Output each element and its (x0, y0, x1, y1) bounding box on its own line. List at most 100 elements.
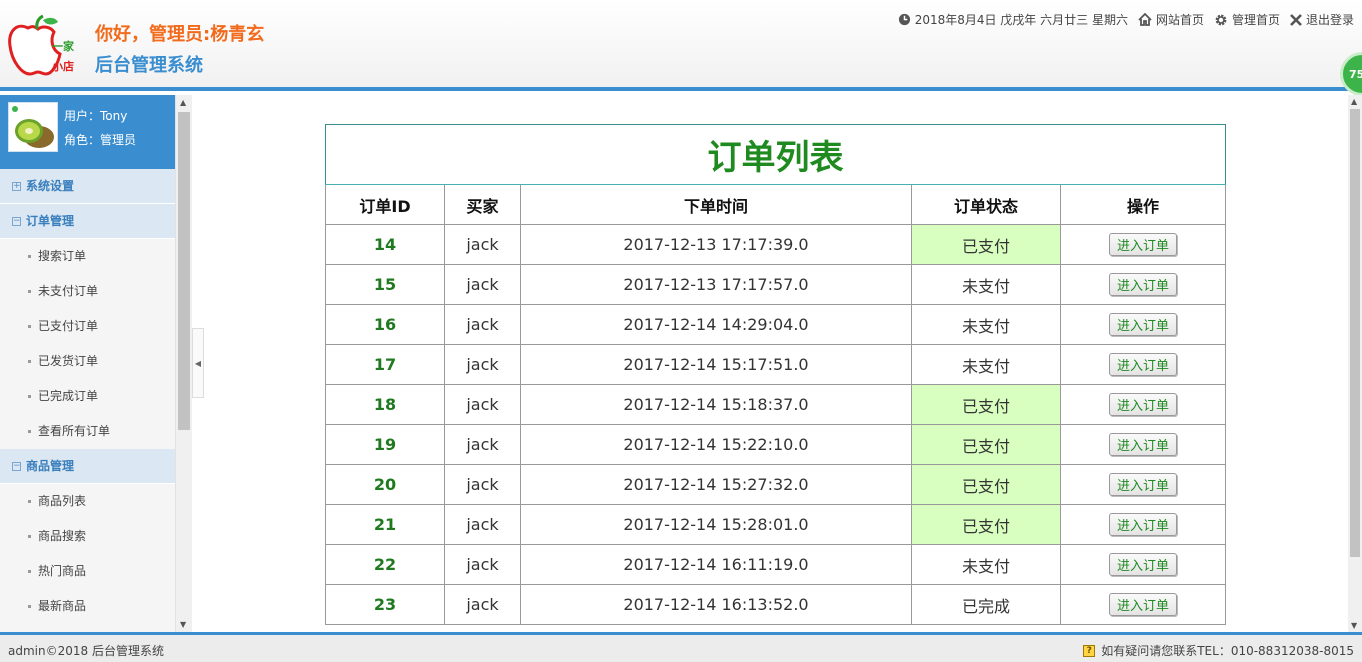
menu-section-product-management[interactable]: − 商品管理 (0, 449, 175, 484)
menu-item-completed-orders[interactable]: 已完成订单 (0, 379, 175, 414)
order-id-cell: 19 (325, 424, 445, 465)
menu-section-system-settings[interactable]: + 系统设置 (0, 169, 175, 204)
floating-badge[interactable]: 75 (1340, 52, 1362, 96)
top-nav: 2018年8月4日 戊戌年 六月廿三 星期六 网站首页 管理首页 退出登录 (898, 11, 1354, 28)
menu-item-label: 商品搜索 (38, 529, 87, 543)
order-status-cell: 已支付 (911, 384, 1061, 425)
main-scrollbar[interactable]: ▲ ▼ (1348, 95, 1362, 632)
enter-order-button[interactable]: 进入订单 (1108, 513, 1177, 536)
menu-item-label: 未支付订单 (38, 284, 99, 298)
order-id-cell: 14 (325, 224, 445, 265)
order-time-cell: 2017-12-14 16:11:19.0 (520, 544, 912, 585)
order-id-cell: 16 (325, 304, 445, 345)
buyer-cell: jack (444, 464, 521, 505)
enter-order-button[interactable]: 进入订单 (1108, 473, 1177, 496)
scroll-down-icon[interactable]: ▼ (180, 620, 186, 629)
table-header-row: 订单ID 买家 下单时间 订单状态 操作 (325, 184, 1226, 225)
menu-item-search-orders[interactable]: 搜索订单 (0, 239, 175, 274)
sidebar-collapse-toggle[interactable]: ◀ (192, 328, 204, 398)
order-time-cell: 2017-12-14 15:27:32.0 (520, 464, 912, 505)
help-icon: ? (1083, 644, 1096, 657)
enter-order-button[interactable]: 进入订单 (1108, 233, 1177, 256)
expand-icon: + (12, 180, 21, 191)
menu-item-label: 查看所有订单 (38, 424, 111, 438)
order-time-cell: 2017-12-14 15:28:01.0 (520, 504, 912, 545)
nav-admin-home[interactable]: 管理首页 (1214, 11, 1280, 28)
enter-order-button[interactable]: 进入订单 (1108, 353, 1177, 376)
order-time-cell: 2017-12-14 15:22:10.0 (520, 424, 912, 465)
enter-order-button[interactable]: 进入订单 (1108, 313, 1177, 336)
menu-item-product-list[interactable]: 商品列表 (0, 484, 175, 519)
logo-text-top: 一家 (52, 40, 74, 53)
order-time-cell: 2017-12-13 17:17:39.0 (520, 224, 912, 265)
user-panel: 用户：Tony 角色：管理员 (0, 95, 175, 169)
clock-icon (898, 13, 910, 26)
order-id-cell: 21 (325, 504, 445, 545)
menu-item-label: 商品列表 (38, 494, 87, 508)
table-row: 18 jack 2017-12-14 15:18:37.0 已支付 进入订单 (325, 384, 1226, 425)
scroll-up-icon[interactable]: ▲ (1351, 97, 1357, 106)
footer: admin©2018 后台管理系统 ? 如有疑问请您联系TEL：010-8831… (0, 632, 1362, 662)
apple-logo-icon (8, 14, 62, 76)
table-row: 19 jack 2017-12-14 15:22:10.0 已支付 进入订单 (325, 424, 1226, 465)
menu-item-shipped-orders[interactable]: 已发货订单 (0, 344, 175, 379)
menu-section-order-management[interactable]: − 订单管理 (0, 204, 175, 239)
order-id-cell: 18 (325, 384, 445, 425)
menu-item-label: 已支付订单 (38, 319, 99, 333)
action-cell: 进入订单 (1060, 464, 1226, 505)
sidebar-scrollbar[interactable]: ▲ ▼ (175, 95, 192, 632)
action-cell: 进入订单 (1060, 384, 1226, 425)
enter-order-button[interactable]: 进入订单 (1108, 433, 1177, 456)
column-header-action: 操作 (1060, 184, 1226, 225)
menu-item-label: 已发货订单 (38, 354, 99, 368)
menu-item-new-products[interactable]: 最新商品 (0, 589, 175, 624)
date-display: 2018年8月4日 戊戌年 六月廿三 星期六 (898, 11, 1128, 28)
buyer-cell: jack (444, 344, 521, 385)
user-name: 用户：Tony (64, 109, 128, 123)
menu-item-label: 已完成订单 (38, 389, 99, 403)
action-cell: 进入订单 (1060, 424, 1226, 465)
table-row: 20 jack 2017-12-14 15:27:32.0 已支付 进入订单 (325, 464, 1226, 505)
nav-logout[interactable]: 退出登录 (1290, 11, 1354, 28)
action-cell: 进入订单 (1060, 304, 1226, 345)
kiwi-avatar-icon (12, 106, 54, 148)
nav-site-home-label: 网站首页 (1155, 13, 1204, 27)
order-status-cell: 已完成 (911, 584, 1061, 625)
order-id-cell: 23 (325, 584, 445, 625)
main-content: 订单列表 订单ID 买家 下单时间 订单状态 操作 14 jack 2017-12-… (204, 95, 1348, 632)
scroll-up-icon[interactable]: ▲ (180, 98, 186, 107)
collapse-icon: − (12, 460, 21, 471)
menu-section-label: 订单管理 (26, 213, 75, 228)
menu-section-label: 系统设置 (26, 178, 75, 193)
system-title: 后台管理系统 (95, 55, 203, 76)
column-header-time: 下单时间 (520, 184, 912, 225)
enter-order-button[interactable]: 进入订单 (1108, 393, 1177, 416)
logo-text-bottom: 小店 (52, 60, 74, 73)
menu-item-product-search[interactable]: 商品搜索 (0, 519, 175, 554)
home-icon (1138, 13, 1152, 26)
menu-item-all-orders[interactable]: 查看所有订单 (0, 414, 175, 449)
menu-item-hot-products[interactable]: 热门商品 (0, 554, 175, 589)
column-header-buyer: 买家 (444, 184, 521, 225)
order-status-cell: 已支付 (911, 464, 1061, 505)
menu-section-label: 商品管理 (26, 458, 75, 473)
menu-item-paid-orders[interactable]: 已支付订单 (0, 309, 175, 344)
enter-order-button[interactable]: 进入订单 (1108, 593, 1177, 616)
action-cell: 进入订单 (1060, 224, 1226, 265)
copyright: admin©2018 后台管理系统 (8, 644, 164, 658)
table-row: 23 jack 2017-12-14 16:13:52.0 已完成 进入订单 (325, 584, 1226, 625)
main-scroll-thumb[interactable] (1350, 109, 1360, 557)
order-status-cell: 已支付 (911, 424, 1061, 465)
scroll-down-icon[interactable]: ▼ (1351, 621, 1357, 630)
sidebar-scroll-thumb[interactable] (178, 112, 190, 430)
close-icon (1290, 13, 1302, 26)
action-cell: 进入订单 (1060, 344, 1226, 385)
table-row: 14 jack 2017-12-13 17:17:39.0 已支付 进入订单 (325, 224, 1226, 265)
enter-order-button[interactable]: 进入订单 (1108, 273, 1177, 296)
sidebar: 用户：Tony 角色：管理员 + 系统设置 − 订单管理 搜索订单 未支付订单 已支… (0, 95, 192, 632)
nav-site-home[interactable]: 网站首页 (1138, 11, 1204, 28)
logo: 一家 小店 (6, 14, 86, 78)
enter-order-button[interactable]: 进入订单 (1108, 553, 1177, 576)
buyer-cell: jack (444, 304, 521, 345)
menu-item-unpaid-orders[interactable]: 未支付订单 (0, 274, 175, 309)
